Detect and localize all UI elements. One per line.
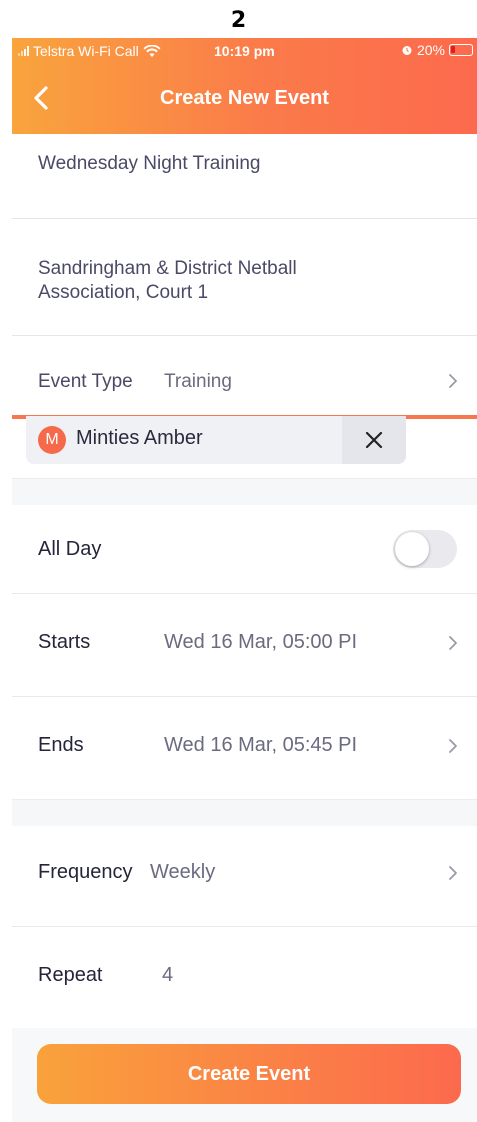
status-time: 10:19 pm	[214, 43, 275, 59]
toggle-knob	[395, 532, 429, 566]
repeat-row[interactable]: Repeat 4	[12, 927, 477, 1027]
close-icon	[365, 431, 383, 449]
avatar: M	[38, 426, 66, 454]
create-event-button[interactable]: Create Event	[37, 1044, 461, 1104]
section-spacer	[12, 799, 477, 827]
starts-row[interactable]: Starts Wed 16 Mar, 05:00 PI	[12, 594, 477, 697]
carrier-label: Telstra Wi-Fi Call	[33, 43, 139, 59]
frequency-row[interactable]: Frequency Weekly	[12, 826, 477, 927]
status-bar: Telstra Wi-Fi Call 10:19 pm 20%	[12, 38, 477, 64]
alarm-icon	[402, 46, 412, 55]
page: 2 Telstra Wi-Fi Call 10:19 pm 20% Create…	[0, 0, 477, 1122]
repeat-label: Repeat	[38, 964, 103, 986]
event-type-row[interactable]: Event Type Training	[12, 336, 477, 415]
event-location-field[interactable]: Sandringham & District Netball Associati…	[12, 219, 477, 336]
event-type-value: Training	[164, 371, 232, 392]
repeat-value: 4	[162, 964, 174, 986]
status-left: Telstra Wi-Fi Call	[18, 43, 161, 59]
signal-icon	[18, 46, 29, 56]
team-chip-label: Minties Amber	[76, 427, 203, 449]
page-title: Create New Event	[160, 87, 329, 109]
page-number: 2	[230, 8, 247, 33]
wifi-icon	[143, 44, 161, 57]
battery-icon	[449, 44, 473, 56]
bottom-bar: Create Event	[12, 1028, 477, 1122]
starts-label: Starts	[38, 631, 91, 653]
location-line-2: Association, Court 1	[38, 282, 209, 303]
battery-percent: 20%	[416, 42, 445, 58]
chevron-right-icon	[449, 374, 457, 388]
section-spacer	[12, 478, 477, 506]
nav-bar: Create New Event	[12, 78, 477, 118]
status-right: 20%	[401, 42, 473, 58]
all-day-row: All Day	[12, 505, 477, 594]
frequency-label: Frequency	[38, 861, 133, 883]
location-line-1: Sandringham & District Netball	[38, 258, 297, 279]
chevron-right-icon	[449, 636, 457, 650]
ends-label: Ends	[38, 734, 84, 756]
frequency-value: Weekly	[150, 861, 216, 883]
phone-screen: Telstra Wi-Fi Call 10:19 pm 20% Create N…	[12, 38, 477, 1122]
ends-value: Wed 16 Mar, 05:45 PI	[164, 734, 358, 756]
team-chip: M Minties Amber	[26, 416, 406, 464]
starts-value: Wed 16 Mar, 05:00 PI	[164, 631, 358, 653]
ends-row[interactable]: Ends Wed 16 Mar, 05:45 PI	[12, 697, 477, 800]
chevron-right-icon	[449, 739, 457, 753]
chevron-right-icon	[449, 866, 457, 880]
remove-team-button[interactable]	[342, 416, 406, 464]
event-type-label: Event Type	[38, 371, 133, 392]
event-name-value: Wednesday Night Training	[38, 153, 261, 174]
event-name-field[interactable]: Wednesday Night Training	[12, 134, 477, 219]
app-header: Telstra Wi-Fi Call 10:19 pm 20% Create N…	[12, 38, 477, 134]
all-day-label: All Day	[38, 538, 102, 560]
all-day-toggle[interactable]	[393, 530, 457, 568]
